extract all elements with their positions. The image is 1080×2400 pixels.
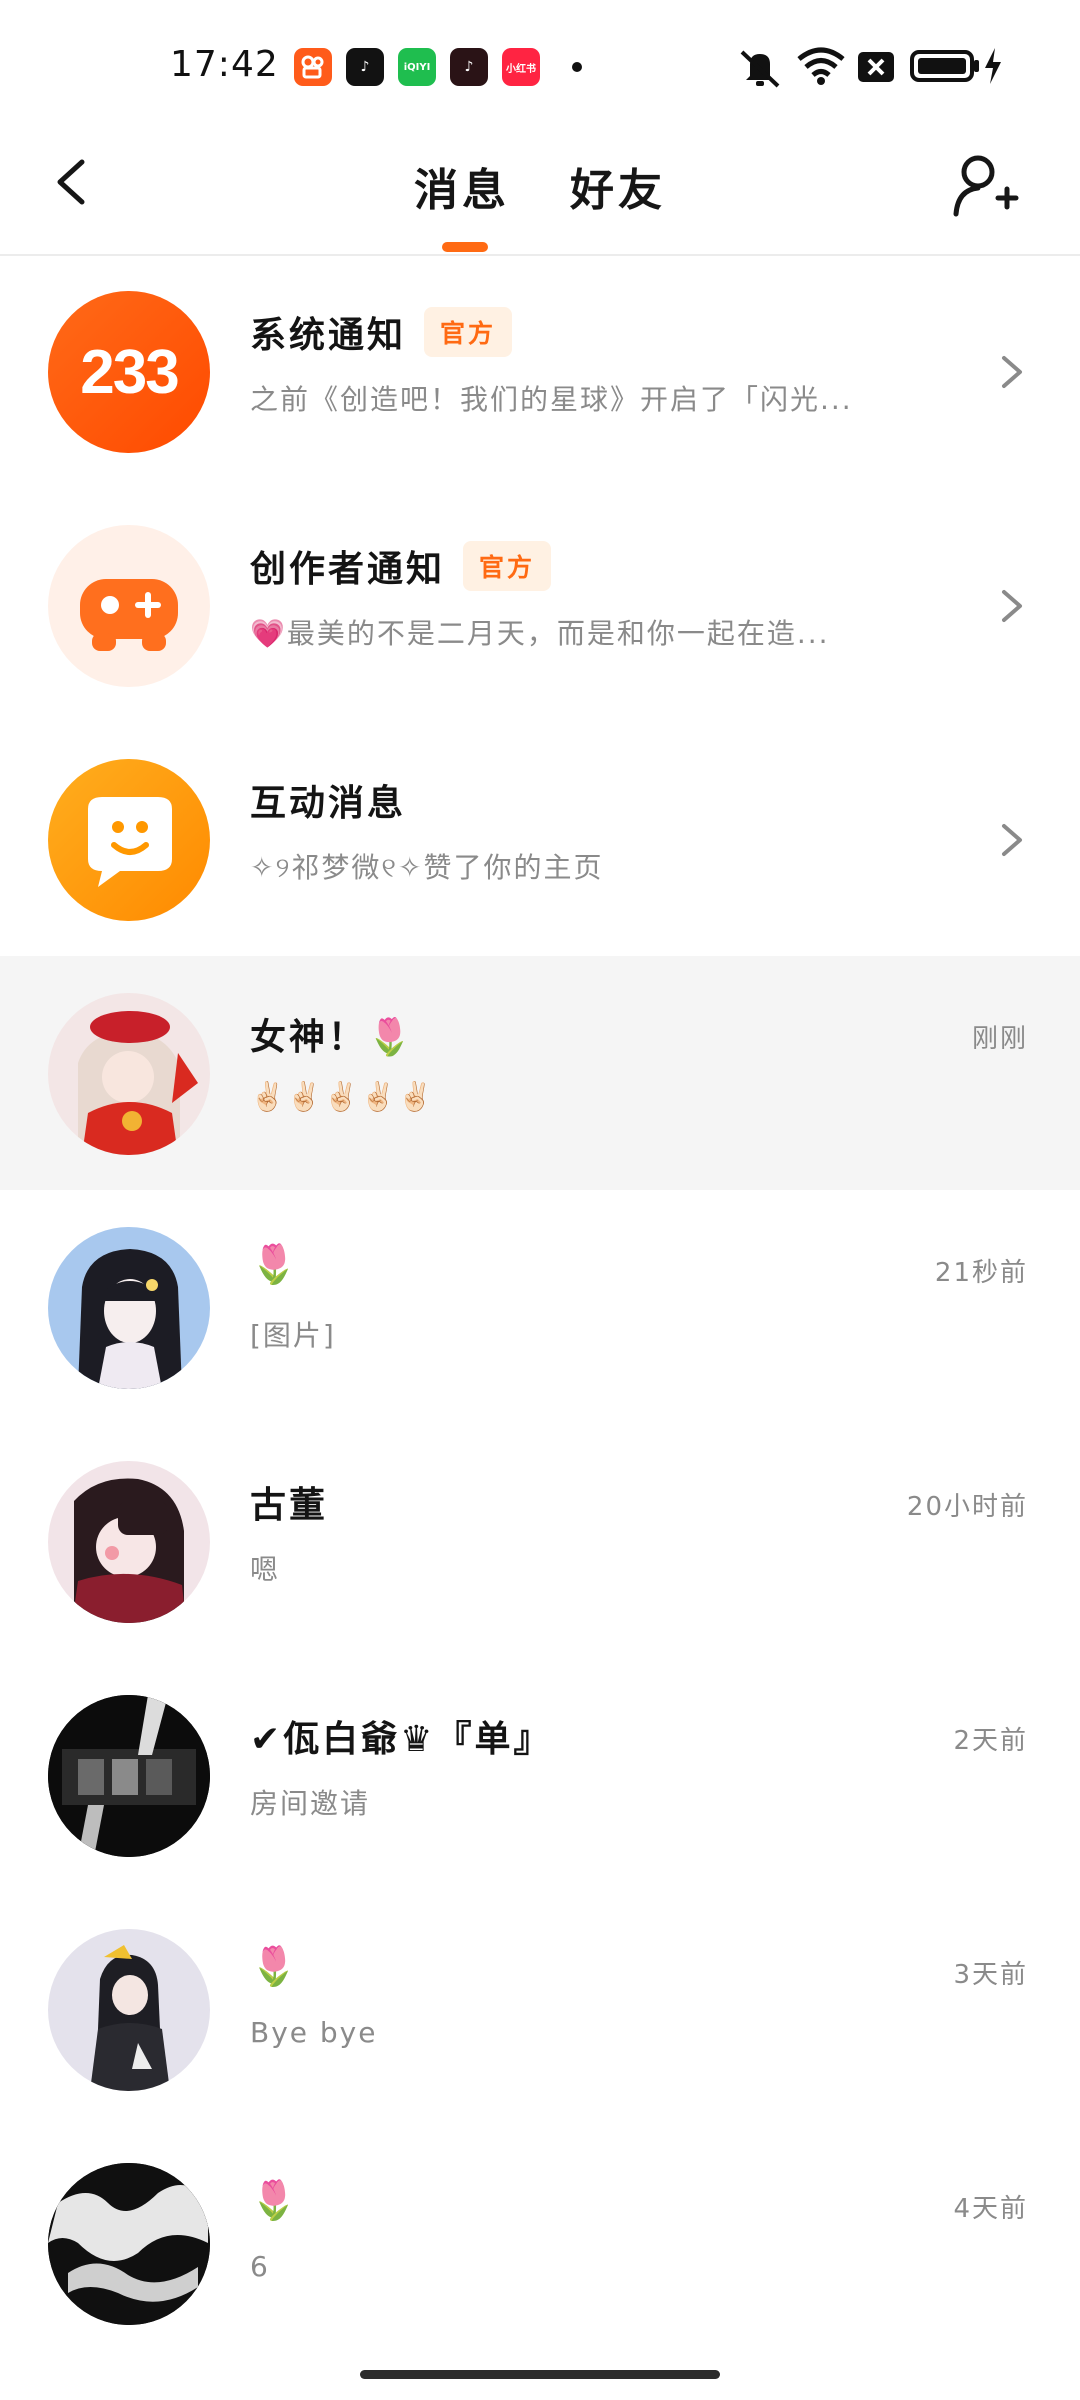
top-nav-bar: 消息 好友	[0, 130, 1080, 256]
battery-icon	[910, 50, 979, 82]
mute-icon	[740, 50, 780, 88]
conversation-title: 🌷	[250, 2178, 301, 2222]
list-item-creator-notification[interactable]: 创作者通知 官方 💗最美的不是二月天，而是和你一起在造...	[0, 488, 1080, 722]
conversation-time: 3天前	[953, 1960, 1028, 1990]
list-item-chat[interactable]: 古董 嗯 20小时前	[0, 1424, 1080, 1658]
conversation-title: 系统通知	[250, 315, 407, 356]
conversation-preview: 房间邀请	[250, 1787, 371, 1820]
list-item-chat[interactable]: 🌷 Bye bye 3天前	[0, 1892, 1080, 2126]
conversation-time: 4天前	[953, 2194, 1028, 2224]
list-item-chat[interactable]: 女神！🌷 ✌🏻✌🏻✌🏻✌🏻✌🏻 刚刚	[0, 956, 1080, 1190]
conversation-preview: [图片]	[250, 1319, 336, 1352]
list-item-chat[interactable]: 🌷 [图片] 21秒前	[0, 1190, 1080, 1424]
tab-friends[interactable]: 好友	[570, 154, 666, 218]
sim-off-icon	[858, 52, 894, 82]
user-avatar	[48, 993, 210, 1155]
douyin-icon: ♪	[346, 48, 384, 86]
interaction-chat-avatar	[48, 759, 210, 921]
user-avatar	[48, 1227, 210, 1389]
conversation-preview: Bye bye	[250, 2016, 378, 2049]
status-bar: 17:42 ♪ iQIYI ♪ 小红书	[0, 0, 1080, 130]
tab-messages[interactable]: 消息	[414, 154, 510, 218]
home-indicator[interactable]	[360, 2370, 720, 2379]
status-time: 17:42	[170, 44, 279, 85]
official-badge: 官方	[424, 307, 513, 357]
charging-icon	[985, 48, 1001, 84]
list-item-interaction-messages[interactable]: 互动消息 ✧୨祁梦微୧✧赞了你的主页	[0, 722, 1080, 956]
user-avatar	[48, 1695, 210, 1857]
conversation-preview: 6	[250, 2250, 270, 2283]
conversation-title: 🌷	[250, 1242, 301, 1286]
user-avatar	[48, 2163, 210, 2325]
user-avatar	[48, 1929, 210, 2091]
conversation-title: 互动消息	[250, 783, 407, 824]
conversation-time: 2天前	[953, 1726, 1028, 1756]
douyin-icon: ♪	[450, 48, 488, 86]
list-item-chat[interactable]: 🌷 6 4天前	[0, 2126, 1080, 2360]
conversation-preview: ✌🏻✌🏻✌🏻✌🏻✌🏻	[250, 1080, 435, 1113]
back-icon[interactable]	[44, 152, 104, 212]
conversation-preview: 之前《创造吧！我们的星球》开启了「闪光...	[250, 383, 853, 416]
conversation-title: 创作者通知	[250, 549, 446, 590]
conversation-preview: ✧୨祁梦微୧✧赞了你的主页	[250, 851, 604, 884]
conversation-title: 古董	[250, 1485, 329, 1526]
conversation-time: 21秒前	[934, 1258, 1028, 1288]
conversation-title: 女神！🌷	[250, 1017, 415, 1058]
chevron-right-icon	[1002, 590, 1022, 622]
list-item-chat[interactable]: ✔佤白爺♛『单』 房间邀请 2天前	[0, 1658, 1080, 1892]
conversation-title: ✔佤白爺♛『单』	[250, 1719, 553, 1760]
chevron-right-icon	[1002, 356, 1022, 388]
add-friend-icon[interactable]	[948, 150, 1020, 222]
conversation-time: 刚刚	[971, 1024, 1028, 1054]
active-tab-indicator	[442, 242, 488, 252]
official-badge: 官方	[463, 541, 552, 591]
chevron-right-icon	[1002, 824, 1022, 856]
conversation-preview: 💗最美的不是二月天，而是和你一起在造...	[250, 617, 830, 650]
conversation-time: 20小时前	[906, 1492, 1028, 1522]
system-233-avatar: 233	[48, 291, 210, 453]
list-item-system-notification[interactable]: 233 系统通知 官方 之前《创造吧！我们的星球》开启了「闪光...	[0, 254, 1080, 488]
notification-dot-icon	[572, 62, 582, 72]
kuaishou-icon	[294, 48, 332, 86]
wifi-icon	[797, 47, 845, 85]
conversation-title: 🌷	[250, 1944, 301, 1988]
conversation-preview: 嗯	[250, 1553, 281, 1586]
xiaohongshu-icon: 小红书	[502, 48, 540, 86]
creator-gamepad-avatar	[48, 525, 210, 687]
user-avatar	[48, 1461, 210, 1623]
iqiyi-icon: iQIYI	[398, 48, 436, 86]
